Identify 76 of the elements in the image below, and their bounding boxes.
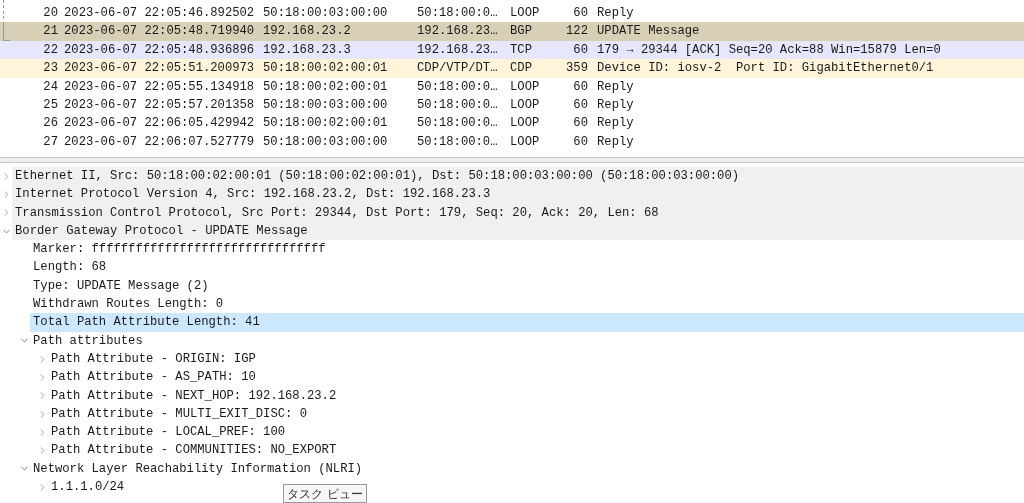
table-cell-text: 50:18:00:03:00:00 — [263, 97, 389, 114]
tree-item[interactable]: Type: UPDATE Message (2) — [30, 276, 212, 296]
table-cell-text: CDP — [510, 60, 533, 78]
table-cell-text: 60 — [572, 115, 588, 133]
table-cell-text: 50:18:00:03:00:00 — [263, 133, 389, 151]
tree-item[interactable]: Internet Protocol Version 4, Src: 192.168.23.2, Dst: 192.168.23.3 — [12, 185, 1024, 204]
table-cell-text: Reply — [597, 115, 634, 133]
table-cell-text: 50:18:00:02:00:01 — [263, 60, 389, 78]
tree-item[interactable]: Path Attribute - ORIGIN: IGP — [48, 349, 259, 369]
table-cell-text: 25 — [42, 97, 58, 114]
table-cell-text: 122 — [565, 23, 588, 41]
tree-item[interactable]: Path Attribute - LOCAL_PREF: 100 — [48, 423, 289, 442]
table-cell-text: 22 — [42, 41, 58, 59]
table-cell-text: 2023-06-07 22:05:55.134918 — [64, 78, 256, 96]
table-cell-text: 50:18:00:0… — [417, 133, 499, 151]
table-cell-text: Reply — [597, 78, 634, 96]
table-cell-text: 60 — [572, 133, 588, 151]
table-cell-text: 60 — [572, 5, 588, 23]
table-cell-text: 60 — [572, 97, 588, 114]
table-cell-text: 21 — [42, 23, 58, 41]
table-cell-text: 2023-06-07 22:05:48.936896 — [64, 41, 256, 59]
table-cell-text: Reply — [597, 133, 634, 151]
table-cell-text: 50:18:00:02:00:01 — [263, 78, 389, 96]
tree-item[interactable]: Length: 68 — [30, 258, 110, 277]
tree-item[interactable]: Network Layer Reachability Information (NLRI) — [30, 459, 366, 479]
table-cell-text: Reply — [597, 5, 634, 23]
table-cell-text: 192.168.23.3 — [263, 41, 352, 59]
table-cell-text: 50:18:00:0… — [417, 78, 499, 96]
tooltip: タスク ビュー — [283, 484, 367, 503]
table-cell-text: LOOP — [510, 115, 541, 133]
tree-item[interactable]: Marker: ffffffffffffffffffffffffffffffff — [30, 240, 329, 259]
table-cell-text: 2023-06-07 22:05:57.201358 — [64, 97, 256, 114]
table-cell-text: 24 — [42, 78, 58, 96]
table-cell-text: Device ID: iosv-2 Port ID: GigabitEthernet0/1 — [597, 60, 934, 78]
table-cell-text: 20 — [42, 5, 58, 23]
table-cell-text: 2023-06-07 22:05:46.892502 — [64, 5, 256, 23]
packet-row[interactable]: 21 2023-06-07 22:05:48.719940 192.168.23.2 192.168.23… BGP 122 UPDATE Message — [0, 22, 1024, 41]
table-cell-text: 2023-06-07 22:05:51.200973 — [64, 60, 256, 78]
table-cell-text: LOOP — [510, 78, 541, 96]
table-cell-text: 192.168.23… — [417, 41, 499, 59]
table-cell-text: 23 — [42, 60, 58, 78]
table-cell-text: 179 → 29344 [ACK] Seq=20 Ack=88 Win=15879 Len=0 — [597, 41, 941, 59]
tree-item[interactable]: Path Attribute - NEXT_HOP: 192.168.23.2 — [48, 386, 340, 405]
tree-item[interactable]: Path Attribute - MULTI_EXIT_DISC: 0 — [48, 404, 310, 424]
table-cell-text: UPDATE Message — [597, 23, 700, 41]
table-cell-text: Reply — [597, 97, 634, 114]
table-cell-text: 50:18:00:03:00:00 — [263, 5, 389, 23]
table-cell-text: LOOP — [510, 133, 541, 151]
table-cell-text: 50:18:00:0… — [417, 97, 499, 114]
packet-row[interactable]: 23 2023-06-07 22:05:51.200973 50:18:00:02:00:01 CDP/VTP/DT… CDP 359 Device ID: iosv-2 Port ID: GigabitEthernet0/1 — [0, 59, 1024, 78]
table-cell-text: 60 — [572, 41, 588, 59]
table-cell-text: 2023-06-07 22:06:07.527779 — [64, 133, 256, 151]
table-cell-text: TCP — [510, 41, 533, 59]
table-cell-text: 50:18:00:0… — [417, 5, 499, 23]
related-packets-bracket-icon — [2, 0, 10, 42]
tree-item[interactable]: Path attributes — [30, 331, 146, 350]
table-cell-text: CDP/VTP/DT… — [417, 60, 499, 78]
tree-item[interactable]: 1.1.1.0/24 — [48, 478, 128, 497]
table-cell-text: 2023-06-07 22:06:05.429942 — [64, 115, 256, 133]
table-cell-text: LOOP — [510, 97, 541, 114]
table-cell-text: 60 — [572, 78, 588, 96]
table-cell-text: 192.168.23.2 — [263, 23, 352, 41]
table-cell-text: 26 — [42, 115, 58, 133]
tree-item[interactable]: Withdrawn Routes Length: 0 — [30, 295, 227, 314]
table-cell-text: 27 — [42, 133, 58, 151]
table-cell-text: 192.168.23… — [417, 23, 499, 41]
table-cell-text: 2023-06-07 22:05:48.719940 — [64, 23, 256, 41]
table-cell-text: 359 — [565, 60, 588, 78]
tree-item[interactable]: Path Attribute - COMMUNITIES: NO_EXPORT — [48, 441, 340, 460]
table-cell-text: 50:18:00:0… — [417, 115, 499, 133]
tree-item[interactable]: Ethernet II, Src: 50:18:00:02:00:01 (50:18:00:02:00:01), Dst: 50:18:00:03:00:00 (50:18:00:03:00:00) — [12, 167, 1024, 186]
table-cell-text: 50:18:00:02:00:01 — [263, 115, 389, 133]
tree-item[interactable]: Total Path Attribute Length: 41 — [30, 313, 1024, 332]
table-cell-text: LOOP — [510, 5, 541, 23]
table-cell-text: BGP — [510, 23, 533, 41]
tree-item[interactable]: Path Attribute - AS_PATH: 10 — [48, 368, 259, 387]
